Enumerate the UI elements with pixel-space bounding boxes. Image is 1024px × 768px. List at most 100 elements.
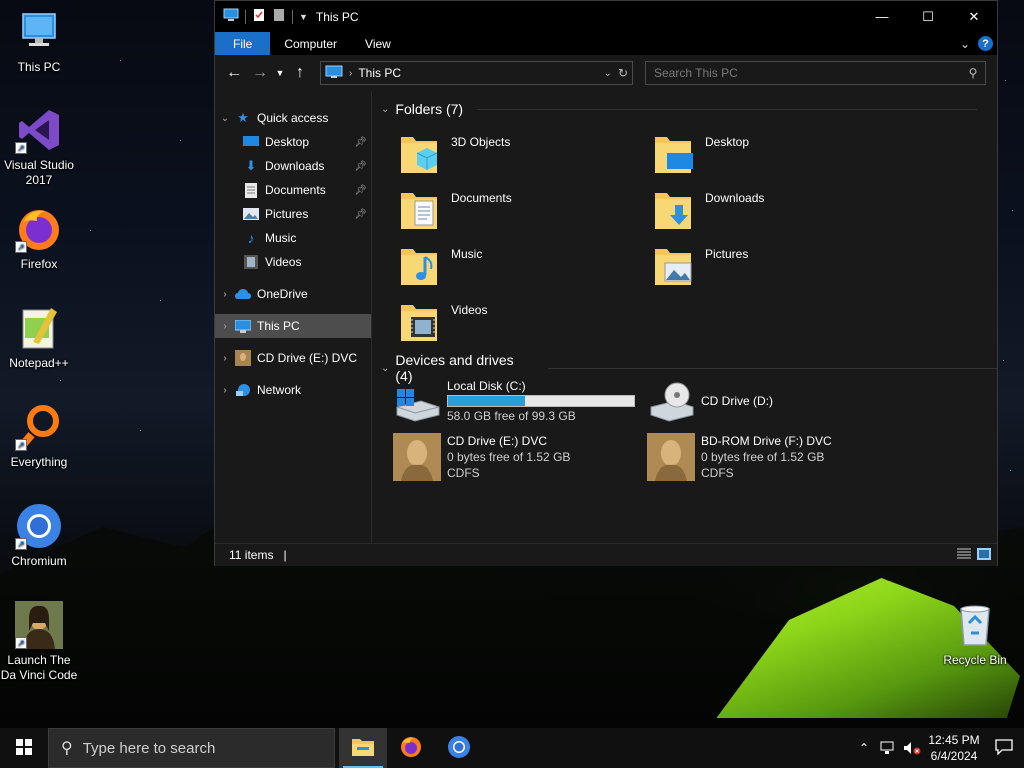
davinci-disc-icon: [235, 350, 251, 366]
sidebar-item-desktop[interactable]: Desktop 📌︎: [215, 130, 371, 154]
file-explorer-icon: [351, 737, 375, 760]
close-button[interactable]: ✕: [951, 1, 997, 32]
collapsed-chevron-icon[interactable]: ›: [215, 321, 235, 332]
desktop-icon-da-vinci-code[interactable]: ↗ Launch The Da Vinci Code: [0, 601, 78, 683]
new-folder-icon[interactable]: [272, 8, 286, 25]
sidebar-item-videos[interactable]: Videos: [215, 250, 371, 274]
folder-tile-music[interactable]: Music: [399, 243, 639, 291]
computer-icon: [15, 8, 63, 56]
network-status-icon[interactable]: [876, 728, 900, 768]
folder-tile-documents[interactable]: Documents: [399, 187, 639, 235]
this-pc-address-icon: [325, 65, 343, 82]
refresh-icon[interactable]: ↻: [618, 66, 628, 80]
sidebar-item-downloads[interactable]: ⬇ Downloads 📌︎: [215, 154, 371, 178]
pin-icon: 📌︎: [354, 160, 367, 172]
documents-folder-icon: [243, 182, 259, 198]
firefox-icon: ↗: [15, 205, 63, 253]
file-explorer-window: ▼ This PC — ☐ ✕ File Computer View ⌄ ? ←…: [214, 0, 998, 566]
taskbar: ⚲ Type here to search ⌃ 12:45 PM 6/4/202…: [0, 728, 1024, 768]
item-count: 11 items: [229, 548, 274, 562]
sidebar-item-documents[interactable]: Documents 📌︎: [215, 178, 371, 202]
desktop-icon-chromium[interactable]: ↗ Chromium: [0, 502, 78, 569]
show-hidden-icons-chevron-icon[interactable]: ⌃: [852, 728, 876, 768]
up-button[interactable]: ↑: [287, 60, 313, 86]
title-bar[interactable]: ▼ This PC — ☐ ✕: [215, 1, 997, 32]
sidebar-item-network[interactable]: › Network: [215, 378, 371, 402]
sidebar-item-music[interactable]: ♪ Music: [215, 226, 371, 250]
group-collapse-chevron-icon[interactable]: ⌄: [381, 363, 389, 374]
computer-icon: [235, 318, 251, 334]
search-box[interactable]: ⚲: [645, 61, 986, 85]
chromium-icon: [447, 735, 471, 762]
this-pc-small-icon: [223, 8, 239, 25]
breadcrumb-this-pc[interactable]: This PC: [358, 66, 401, 80]
desktop-icon-recycle-bin[interactable]: Recycle Bin: [936, 601, 1014, 668]
address-bar[interactable]: › This PC ⌄ ↻: [320, 61, 633, 85]
desktop-icon-everything[interactable]: ↗ Everything: [0, 403, 78, 470]
desktop-icon-visual-studio[interactable]: ↗ Visual Studio 2017: [0, 106, 78, 188]
sidebar-item-cd-drive-e[interactable]: › CD Drive (E:) DVC: [215, 346, 371, 370]
desktop-icon-this-pc[interactable]: This PC: [0, 8, 78, 75]
taskbar-firefox[interactable]: [387, 728, 435, 768]
drive-name: BD-ROM Drive (F:) DVC: [701, 434, 832, 448]
recent-locations-button[interactable]: ▼: [273, 60, 287, 86]
status-bar: 11 items |: [215, 543, 997, 566]
customize-toolbar-dropdown-icon[interactable]: ▼: [299, 12, 308, 22]
maximize-button[interactable]: ☐: [905, 1, 951, 32]
clock-date: 6/4/2024: [930, 749, 978, 763]
action-center-button[interactable]: [984, 728, 1024, 768]
collapsed-chevron-icon[interactable]: ›: [215, 385, 235, 396]
tab-file[interactable]: File: [215, 32, 271, 55]
folder-tile-desktop[interactable]: Desktop: [653, 131, 893, 179]
davinci-disc-icon: [393, 433, 441, 481]
system-tray: ⌃ 12:45 PM 6/4/2024: [852, 728, 1024, 768]
volume-muted-icon[interactable]: [900, 728, 924, 768]
search-input[interactable]: [654, 66, 961, 80]
details-view-icon[interactable]: [957, 548, 971, 563]
documents-folder-icon: [399, 187, 439, 231]
sidebar-item-onedrive[interactable]: › OneDrive: [215, 282, 371, 306]
taskbar-search-box[interactable]: ⚲ Type here to search: [48, 728, 335, 768]
collapsed-chevron-icon[interactable]: ›: [215, 353, 235, 364]
folder-tile-videos[interactable]: Videos: [399, 299, 639, 347]
breadcrumb-separator-icon[interactable]: ›: [349, 68, 352, 79]
sidebar-item-pictures[interactable]: Pictures 📌︎: [215, 202, 371, 226]
everything-search-icon: ↗: [15, 403, 63, 451]
drive-tile-cd-drive-e[interactable]: CD Drive (E:) DVC 0 bytes free of 1.52 G…: [393, 431, 643, 483]
start-button[interactable]: [0, 728, 48, 768]
search-icon[interactable]: ⚲: [961, 66, 985, 80]
large-icons-view-icon[interactable]: [977, 547, 991, 563]
forward-button[interactable]: →: [247, 60, 273, 86]
desktop-icon-firefox[interactable]: ↗ Firefox: [0, 205, 78, 272]
taskbar-chromium[interactable]: [435, 728, 483, 768]
expanded-chevron-icon[interactable]: ⌄: [215, 113, 235, 124]
address-dropdown-icon[interactable]: ⌄: [604, 68, 612, 79]
back-button[interactable]: ←: [221, 60, 247, 86]
drive-name: CD Drive (D:): [701, 394, 773, 408]
recycle-bin-icon: [951, 601, 999, 649]
tab-view[interactable]: View: [351, 32, 405, 55]
tab-computer[interactable]: Computer: [270, 32, 351, 55]
minimize-button[interactable]: —: [859, 1, 905, 32]
clock[interactable]: 12:45 PM 6/4/2024: [924, 732, 984, 764]
star-icon: ★: [237, 110, 249, 125]
drive-tile-local-disk-c[interactable]: Local Disk (C:) 58.0 GB free of 99.3 GB: [393, 375, 643, 427]
drive-tile-bd-rom-f[interactable]: BD-ROM Drive (F:) DVC 0 bytes free of 1.…: [647, 431, 897, 483]
folder-tile-downloads[interactable]: Downloads: [653, 187, 893, 235]
collapsed-chevron-icon[interactable]: ›: [215, 289, 235, 300]
sidebar-item-quick-access[interactable]: ⌄ ★ Quick access: [215, 106, 371, 130]
desktop-icon-notepadpp[interactable]: Notepad++: [0, 304, 78, 371]
drive-tile-cd-drive-d[interactable]: CD Drive (D:): [647, 375, 897, 427]
folder-tile-3d-objects[interactable]: 3D Objects: [399, 131, 639, 179]
group-header-folders[interactable]: ⌄ Folders (7): [381, 101, 978, 117]
taskbar-file-explorer[interactable]: [339, 728, 387, 768]
expand-ribbon-icon[interactable]: ⌄: [960, 37, 970, 51]
drive-filesystem: CDFS: [447, 466, 480, 480]
sidebar-item-this-pc[interactable]: › This PC: [215, 314, 371, 338]
help-button[interactable]: ?: [978, 36, 993, 51]
properties-icon[interactable]: [252, 8, 266, 25]
drive-free-space: 58.0 GB free of 99.3 GB: [447, 409, 576, 423]
folder-tile-pictures[interactable]: Pictures: [653, 243, 893, 291]
group-collapse-chevron-icon[interactable]: ⌄: [381, 104, 389, 115]
cd-drive-icon: [647, 377, 695, 425]
